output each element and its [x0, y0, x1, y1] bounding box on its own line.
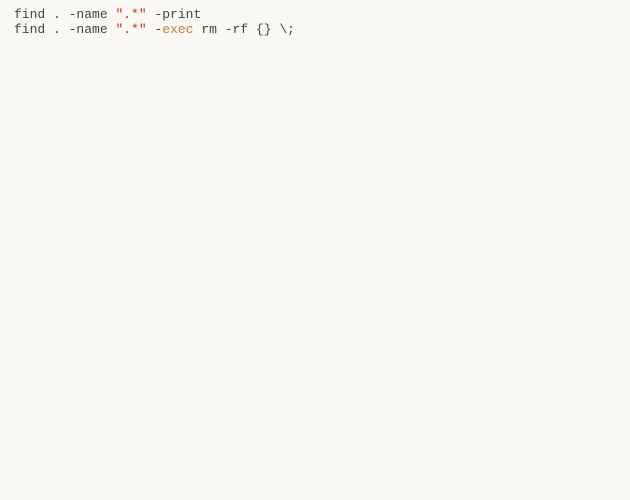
code-token: ".*" [115, 7, 146, 22]
code-token: \; [279, 22, 295, 37]
code-token: find [14, 22, 53, 37]
code-token: find [14, 7, 53, 22]
code-token: - [147, 22, 163, 37]
code-line: find . -name ".*" -print [14, 7, 201, 22]
code-token: . [53, 22, 69, 37]
code-token: . [53, 7, 69, 22]
code-token: -name [69, 22, 116, 37]
code-token: {} [256, 22, 279, 37]
code-line: find . -name ".*" -exec rm -rf {} \; [14, 22, 295, 37]
code-token: ".*" [115, 22, 146, 37]
code-token: -rf [225, 22, 256, 37]
code-token: -print [147, 7, 202, 22]
code-token: exec [162, 22, 193, 37]
code-token: rm [193, 22, 224, 37]
code-block: find . -name ".*" -print find . -name ".… [0, 0, 630, 44]
code-token: -name [69, 7, 116, 22]
